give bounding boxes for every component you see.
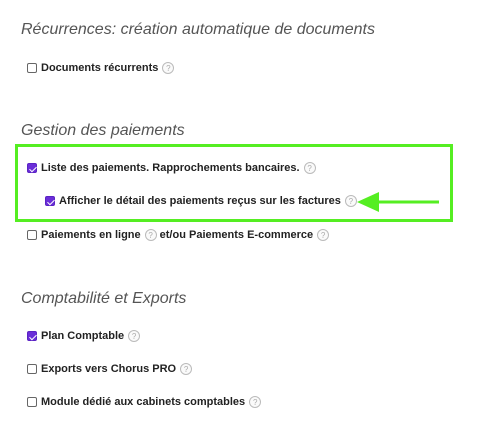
help-icon[interactable]: ? bbox=[303, 162, 316, 174]
option-label: Paiements en ligne bbox=[41, 229, 141, 241]
option-module-cabinets: Module dédié aux cabinets comptables ? bbox=[27, 396, 262, 408]
help-icon[interactable]: ? bbox=[249, 396, 262, 408]
option-label: Liste des paiements. Rapprochements banc… bbox=[41, 162, 300, 174]
option-label: Afficher le détail des paiements reçus s… bbox=[59, 195, 341, 207]
option-label: Documents récurrents bbox=[41, 62, 159, 74]
option-label: Plan Comptable bbox=[41, 330, 125, 342]
section-title-accounting: Comptabilité et Exports bbox=[21, 290, 187, 307]
help-icon[interactable]: ? bbox=[144, 229, 157, 241]
help-icon[interactable]: ? bbox=[128, 330, 141, 342]
checkbox-liste-paiements[interactable] bbox=[27, 163, 37, 173]
option-plan-comptable: Plan Comptable ? bbox=[27, 330, 141, 342]
checkbox-paiements-en-ligne[interactable] bbox=[27, 230, 37, 240]
option-exports-chorus: Exports vers Chorus PRO ? bbox=[27, 363, 193, 375]
checkbox-exports-chorus[interactable] bbox=[27, 364, 37, 374]
checkbox-documents-recurrents[interactable] bbox=[27, 63, 37, 73]
checkbox-module-cabinets[interactable] bbox=[27, 397, 37, 407]
section-title-recurrences: Récurrences: création automatique de doc… bbox=[21, 21, 375, 38]
option-label-suffix: et/ou Paiements E-commerce bbox=[159, 229, 314, 241]
option-detail-paiements: Afficher le détail des paiements reçus s… bbox=[45, 195, 357, 207]
section-title-payments: Gestion des paiements bbox=[21, 122, 185, 139]
arrow-left-icon bbox=[357, 192, 439, 212]
option-label: Exports vers Chorus PRO bbox=[41, 363, 177, 375]
help-icon[interactable]: ? bbox=[162, 62, 175, 74]
checkbox-plan-comptable[interactable] bbox=[27, 331, 37, 341]
option-label: Module dédié aux cabinets comptables bbox=[41, 396, 246, 408]
option-liste-paiements: Liste des paiements. Rapprochements banc… bbox=[27, 162, 316, 174]
help-icon[interactable]: ? bbox=[317, 229, 330, 241]
option-paiements-en-ligne: Paiements en ligne ? et/ou Paiements E-c… bbox=[27, 229, 330, 241]
checkbox-detail-paiements[interactable] bbox=[45, 196, 55, 206]
help-icon[interactable]: ? bbox=[344, 195, 357, 207]
help-icon[interactable]: ? bbox=[180, 363, 193, 375]
option-documents-recurrents: Documents récurrents ? bbox=[27, 62, 175, 74]
